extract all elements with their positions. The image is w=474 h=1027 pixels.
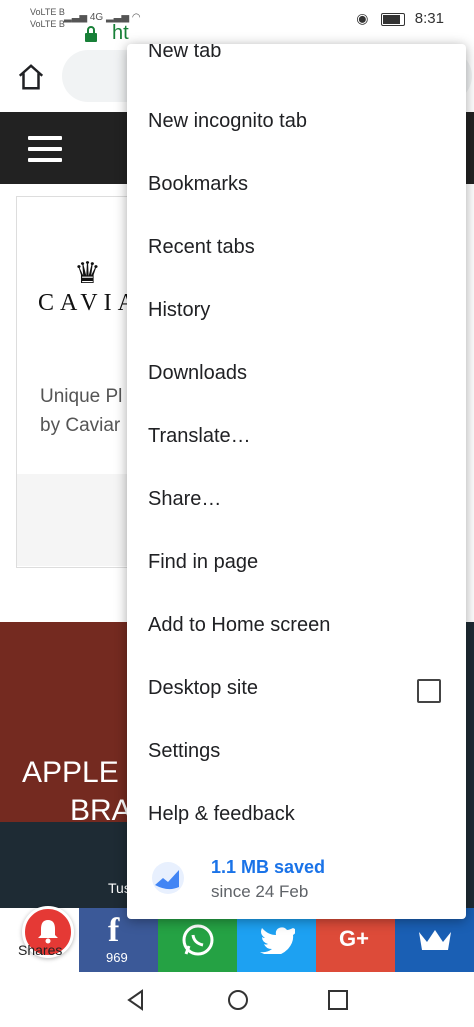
menu-item-recent-tabs[interactable]: Recent tabs: [127, 218, 466, 281]
desktop-site-checkbox[interactable]: [417, 679, 441, 703]
data-saver-since: since 24 Feb: [211, 882, 309, 901]
menu-item-downloads[interactable]: Downloads: [127, 344, 466, 407]
hamburger-menu-icon[interactable]: [28, 136, 62, 162]
brand-logo-text: CAVIA: [38, 290, 141, 316]
menu-item-desktop-site[interactable]: Desktop site: [127, 659, 466, 722]
overflow-menu: New tab New incognito tab Bookmarks Rece…: [127, 44, 466, 919]
hero-image: [0, 622, 130, 822]
product-description: Unique Pl by Caviar: [40, 386, 123, 436]
menu-item-share[interactable]: Share…: [127, 470, 466, 533]
menu-item-history[interactable]: History: [127, 281, 466, 344]
battery-icon: [380, 12, 405, 26]
menu-item-new-tab[interactable]: New tab: [127, 44, 466, 85]
signal-icon: ▂▃▅ 4G ▂▃▅ ◠: [64, 12, 141, 23]
back-icon[interactable]: [124, 988, 148, 1012]
menu-item-translate[interactable]: Translate…: [127, 407, 466, 470]
data-saver-icon: [152, 862, 184, 894]
menu-item-bookmarks[interactable]: Bookmarks: [127, 155, 466, 218]
system-nav-bar: [0, 972, 474, 1027]
googleplus-icon: G+: [339, 926, 369, 951]
url-text[interactable]: ht: [112, 22, 129, 45]
recents-icon[interactable]: [326, 988, 350, 1012]
shares-label: Shares: [18, 942, 63, 958]
status-right: ◉ 8:31: [356, 10, 444, 27]
menu-item-help-feedback[interactable]: Help & feedback: [127, 785, 466, 848]
crown-logo-icon: ♛: [74, 257, 101, 290]
eye-comfort-icon: ◉: [356, 10, 369, 26]
hero-title-line2: BRA: [70, 794, 132, 827]
home-icon[interactable]: [16, 62, 46, 92]
menu-item-settings[interactable]: Settings: [127, 722, 466, 785]
sim-status: VoLTE B VoLTE B: [30, 7, 65, 29]
home-nav-icon[interactable]: [226, 988, 250, 1012]
status-bar: VoLTE B VoLTE B ▂▃▅ 4G ▂▃▅ ◠ ◉ 8:31: [0, 0, 474, 40]
twitter-icon: [260, 927, 295, 954]
hero-title-line1: APPLE: [22, 756, 119, 789]
crown-icon: [419, 930, 451, 950]
facebook-icon: f: [108, 912, 120, 949]
menu-item-new-incognito-tab[interactable]: New incognito tab: [127, 92, 466, 155]
menu-item-add-to-home-screen[interactable]: Add to Home screen: [127, 596, 466, 659]
bell-icon: [38, 920, 58, 944]
menu-item-find-in-page[interactable]: Find in page: [127, 533, 466, 596]
whatsapp-icon: [182, 924, 214, 956]
data-saver-amount[interactable]: 1.1 MB saved: [211, 857, 325, 878]
lock-icon: [85, 26, 97, 42]
facebook-share-count: 969: [106, 950, 128, 965]
clock: 8:31: [414, 10, 444, 27]
